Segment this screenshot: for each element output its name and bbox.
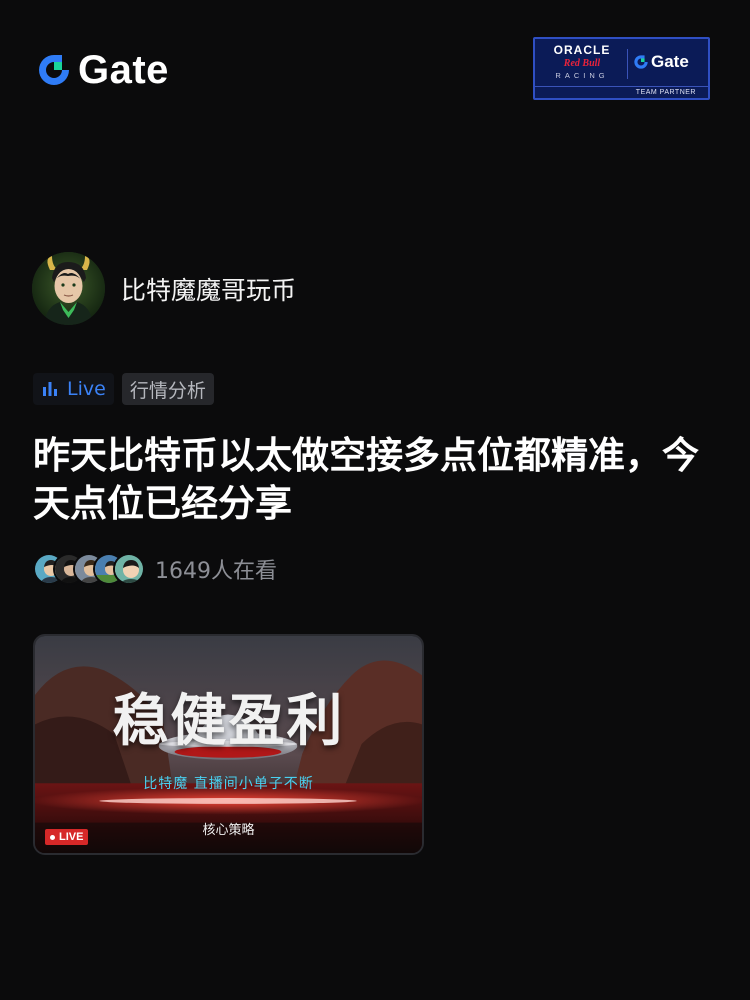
post-headline[interactable]: 昨天比特币以太做空接多点位都精准，今天点位已经分享 <box>33 432 723 528</box>
live-stream-card[interactable]: 稳健盈利 比特魔 直播间小单子不断 核心策略 LIVE <box>33 634 424 855</box>
devil-avatar-icon <box>32 252 105 325</box>
author-row[interactable]: 比特魔魔哥玩币 <box>32 252 296 325</box>
partner-divider <box>627 49 628 79</box>
live-card-subtitle: 比特魔 直播间小单子不断 <box>143 776 314 792</box>
live-bars-icon <box>43 382 57 396</box>
author-name[interactable]: 比特魔魔哥玩币 <box>121 271 296 307</box>
category-tag-label: 行情分析 <box>129 379 206 402</box>
post-tags: Live 行情分析 <box>33 373 214 405</box>
gate-logo[interactable]: Gate <box>36 50 169 90</box>
partner-footer-text: TEAM PARTNER <box>535 86 708 98</box>
gate-wordmark: Gate <box>78 48 169 92</box>
live-card-title: 稳健盈利 <box>112 689 345 754</box>
gate-logo-icon <box>39 55 69 85</box>
viewers-row: 1649人在看 <box>33 553 277 585</box>
partner-redbull-text: Red Bull <box>563 58 601 69</box>
partner-gate-text: Gate <box>651 52 689 71</box>
author-avatar[interactable] <box>32 252 105 325</box>
viewer-avatar <box>113 553 145 585</box>
live-dot-icon <box>50 834 55 840</box>
live-tag-label: Live <box>67 378 106 400</box>
category-tag[interactable]: 行情分析 <box>121 373 214 405</box>
partner-gate-icon <box>634 55 648 69</box>
partner-racing-text: RACING <box>555 71 609 80</box>
live-badge: LIVE <box>45 829 89 845</box>
live-badge-label: LIVE <box>59 831 84 843</box>
partner-oracle-text: ORACLE <box>553 43 611 57</box>
viewer-count: 1649人在看 <box>155 559 277 584</box>
live-card-strategy-text: 核心策略 <box>202 823 255 838</box>
live-tag[interactable]: Live <box>33 373 114 405</box>
team-partner-badge: ORACLE Red Bull RACING Gate TEAM PARTNER <box>533 37 710 100</box>
